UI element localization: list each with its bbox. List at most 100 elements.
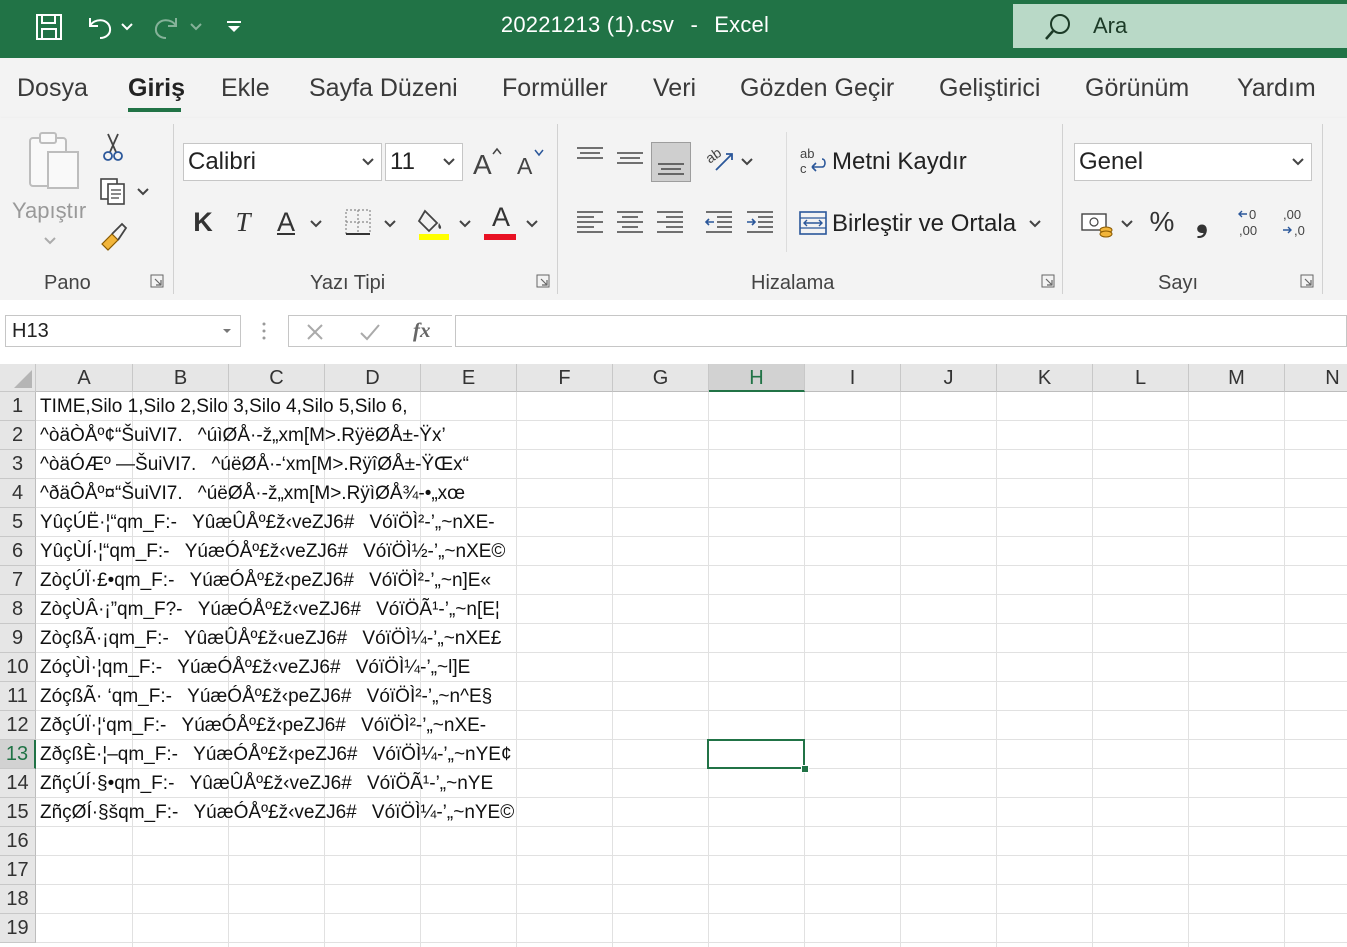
cell-a11[interactable]: ZóçßÃ· ‘qm_F:-YúæÓÅº£ž‹peZJ6#VóïÖÌ²-’„… xyxy=(40,682,492,711)
align-right-icon[interactable] xyxy=(652,204,688,240)
borders-dropdown-chevron-icon[interactable] xyxy=(381,216,399,232)
format-painter-icon[interactable] xyxy=(96,220,130,254)
column-header-k[interactable]: K xyxy=(997,364,1093,392)
tab-veri[interactable]: Veri xyxy=(653,74,696,103)
cancel-icon[interactable] xyxy=(305,322,325,347)
insert-function-icon[interactable]: fx xyxy=(413,318,431,343)
tab-sayfa-duzeni[interactable]: Sayfa Düzeni xyxy=(309,74,458,103)
cell-a7[interactable]: ZòçÚÏ·£•qm_F:-YúæÓÅº£ž‹peZJ6#VóïÖÌ²-’„… xyxy=(40,566,491,595)
save-icon[interactable] xyxy=(30,10,68,44)
undo-icon[interactable] xyxy=(82,10,116,44)
cell-a12[interactable]: ZðçÚÏ·¦‘qm_F:-YúæÓÅº£ž‹peZJ6#VóïÖÌ²-’„… xyxy=(40,711,486,740)
percent-style-button[interactable]: % xyxy=(1146,204,1178,240)
paste-label[interactable]: Yapıştır xyxy=(12,198,86,224)
row-header-6[interactable]: 6 xyxy=(0,537,36,566)
clipboard-dialog-launcher-icon[interactable] xyxy=(150,274,164,288)
paste-icon[interactable] xyxy=(22,128,86,194)
column-header-e[interactable]: E xyxy=(421,364,517,392)
borders-icon[interactable] xyxy=(340,204,376,240)
redo-dropdown-chevron-icon[interactable] xyxy=(186,10,206,44)
align-middle-icon[interactable] xyxy=(612,140,648,176)
row-header-7[interactable]: 7 xyxy=(0,566,36,595)
redo-icon[interactable] xyxy=(150,10,184,44)
align-top-icon[interactable] xyxy=(572,140,608,176)
column-header-i[interactable]: I xyxy=(805,364,901,392)
tab-yardim[interactable]: Yardım xyxy=(1237,74,1316,103)
decrease-indent-icon[interactable] xyxy=(701,204,737,240)
font-name-dropdown[interactable]: Calibri xyxy=(183,143,382,181)
tab-giris[interactable]: Giriş xyxy=(128,74,185,103)
column-header-f[interactable]: F xyxy=(517,364,613,392)
selected-cell[interactable] xyxy=(707,739,805,769)
row-header-11[interactable]: 11 xyxy=(0,682,36,711)
cell-a9[interactable]: ZòçßÃ·¡qm_F:-YûæÛÅº£ž‹ueZJ6#VóïÖÌ¼-’„~… xyxy=(40,624,501,653)
align-left-icon[interactable] xyxy=(572,204,608,240)
row-header-10[interactable]: 10 xyxy=(0,653,36,682)
increase-decimal-icon[interactable]: 0,00 xyxy=(1234,204,1270,240)
wrap-text-label[interactable]: Metni Kaydır xyxy=(832,148,967,176)
row-header-17[interactable]: 17 xyxy=(0,856,36,885)
merge-center-label[interactable]: Birleştir ve Ortala xyxy=(832,210,1016,238)
orientation-dropdown-chevron-icon[interactable] xyxy=(738,154,756,170)
increase-indent-icon[interactable] xyxy=(742,204,778,240)
column-header-j[interactable]: J xyxy=(901,364,997,392)
decrease-font-size-icon[interactable]: A xyxy=(513,144,547,180)
fill-handle[interactable] xyxy=(801,765,809,773)
fill-color-icon[interactable] xyxy=(414,202,454,242)
comma-style-button[interactable]: ❟ xyxy=(1188,204,1216,240)
select-all-corner[interactable] xyxy=(0,364,36,392)
font-color-dropdown-chevron-icon[interactable] xyxy=(523,216,541,232)
italic-button[interactable]: T xyxy=(228,204,258,240)
fill-color-dropdown-chevron-icon[interactable] xyxy=(456,216,474,232)
column-header-a[interactable]: A xyxy=(36,364,133,392)
column-header-l[interactable]: L xyxy=(1093,364,1189,392)
row-header-18[interactable]: 18 xyxy=(0,885,36,914)
increase-font-size-icon[interactable]: A xyxy=(470,144,504,180)
number-dialog-launcher-icon[interactable] xyxy=(1300,274,1314,288)
cell-a6[interactable]: YûçÙÍ·¦“qm_F:-YúæÓÅº£ž‹veZJ6#VóïÖÌ½-’„… xyxy=(40,537,505,566)
column-header-b[interactable]: B xyxy=(133,364,229,392)
orientation-icon[interactable]: ab xyxy=(702,140,738,176)
align-center-icon[interactable] xyxy=(612,204,648,240)
row-header-19[interactable]: 19 xyxy=(0,914,36,943)
accounting-format-icon[interactable] xyxy=(1078,206,1116,242)
row-header-3[interactable]: 3 xyxy=(0,450,36,479)
formula-bar-grip-icon[interactable] xyxy=(261,320,267,347)
cell-a15[interactable]: ZñçØÍ·§šqm_F:-YúæÓÅº£ž‹veZJ6#VóïÖÌ¼-’„… xyxy=(40,798,514,827)
row-header-9[interactable]: 9 xyxy=(0,624,36,653)
cell-a1[interactable]: TIME,Silo 1,Silo 2,Silo 3,Silo 4,Silo 5,… xyxy=(40,392,408,421)
row-header-13[interactable]: 13 xyxy=(0,740,36,769)
enter-check-icon[interactable] xyxy=(359,322,381,347)
cell-a10[interactable]: ZóçÙÌ·¦qm_F:-YúæÓÅº£ž‹veZJ6#VóïÖÌ¼-’„~… xyxy=(40,653,470,682)
column-header-g[interactable]: G xyxy=(613,364,709,392)
search-box[interactable]: Ara xyxy=(1013,4,1347,48)
accounting-dropdown-chevron-icon[interactable] xyxy=(1118,216,1136,232)
tab-ekle[interactable]: Ekle xyxy=(221,74,270,103)
customize-qat-icon[interactable] xyxy=(222,10,246,44)
font-size-dropdown[interactable]: 11 xyxy=(385,143,463,181)
column-header-n[interactable]: N xyxy=(1285,364,1347,392)
row-header-12[interactable]: 12 xyxy=(0,711,36,740)
row-header-2[interactable]: 2 xyxy=(0,421,36,450)
spreadsheet-grid[interactable]: ABCDEFGHIJKLMN 1 2 3 4 5 6 7 8 9 10 11 12 13 14 15 16 17… xyxy=(0,364,1347,947)
copy-dropdown-chevron-icon[interactable] xyxy=(134,184,152,200)
undo-dropdown-chevron-icon[interactable] xyxy=(117,10,137,44)
decrease-decimal-icon[interactable]: ,00,0 xyxy=(1278,204,1314,240)
row-header-4[interactable]: 4 xyxy=(0,479,36,508)
cell-a3[interactable]: ^òäÓÆº —ŠuiVI7.^úëØÅ·-‘xm[M>.RÿîØÅ±-ŸŒx… xyxy=(40,450,469,479)
cell-a2[interactable]: ^òäÒÅº¢“ŠuiVI7.^úìØÅ·-ž„xm[M>.RÿëØÅ±-Ÿx… xyxy=(40,421,446,450)
merge-center-icon[interactable] xyxy=(797,206,829,240)
cell-a14[interactable]: ZñçÚÍ·§•qm_F:-YûæÛÅº£ž‹veZJ6#VóïÖÃ¹-’„… xyxy=(40,769,493,798)
copy-icon[interactable] xyxy=(96,174,130,208)
align-bottom-icon[interactable] xyxy=(651,142,691,182)
tab-dosya[interactable]: Dosya xyxy=(17,74,88,103)
row-header-8[interactable]: 8 xyxy=(0,595,36,624)
row-header-16[interactable]: 16 xyxy=(0,827,36,856)
cut-icon[interactable] xyxy=(98,130,128,164)
row-header-14[interactable]: 14 xyxy=(0,769,36,798)
number-format-dropdown[interactable]: Genel xyxy=(1074,143,1312,181)
tab-gorunum[interactable]: Görünüm xyxy=(1085,74,1189,103)
column-header-h[interactable]: H xyxy=(709,364,805,392)
cell-a5[interactable]: YûçÚË·¦“qm_F:-YûæÛÅº£ž‹veZJ6#VóïÖÌ²-’„… xyxy=(40,508,495,537)
font-dialog-launcher-icon[interactable] xyxy=(536,274,550,288)
